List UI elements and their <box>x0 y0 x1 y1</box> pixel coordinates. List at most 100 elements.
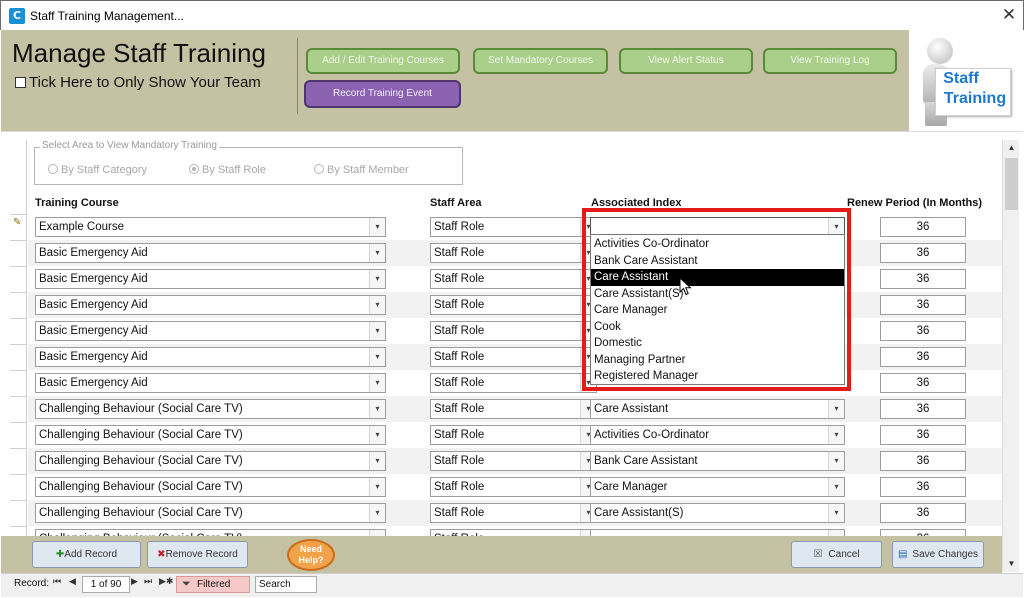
chevron-down-icon[interactable]: ▾ <box>369 270 385 288</box>
chevron-down-icon[interactable]: ▾ <box>828 452 844 470</box>
new-record-icon[interactable]: ▶✱ <box>159 577 173 587</box>
dropdown-option[interactable]: Cook <box>591 319 844 336</box>
chevron-down-icon[interactable]: ▾ <box>369 374 385 392</box>
dropdown-option[interactable]: Domestic <box>591 335 844 352</box>
record-selector[interactable] <box>10 318 27 344</box>
associated-index-combo[interactable]: Care Assistant ▾ <box>590 399 845 419</box>
record-selector-edit-icon[interactable] <box>10 214 27 240</box>
dropdown-option[interactable]: Bank Care Assistant <box>591 253 844 270</box>
record-selector[interactable] <box>10 500 27 526</box>
staff-area-combo[interactable]: Staff Role▾ <box>430 477 597 497</box>
scroll-down-icon[interactable]: ▼ <box>1003 556 1020 572</box>
chevron-down-icon[interactable]: ▾ <box>828 478 844 496</box>
associated-index-combo[interactable]: Activities Co-Ordinator ▾ <box>590 425 845 445</box>
renew-period-field[interactable]: 36 <box>880 243 966 263</box>
chevron-down-icon[interactable]: ▾ <box>369 504 385 522</box>
chevron-down-icon[interactable]: ▾ <box>828 504 844 522</box>
record-selector[interactable] <box>10 474 27 500</box>
previous-record-icon[interactable]: ◀ <box>69 577 76 587</box>
radio-by-staff-member[interactable]: By Staff Member <box>314 164 409 176</box>
radio-by-staff-role[interactable]: By Staff Role <box>189 164 266 176</box>
course-combo[interactable]: Basic Emergency Aid ▾ <box>35 243 386 263</box>
next-record-icon[interactable]: ▶ <box>131 577 138 587</box>
renew-period-field[interactable]: 36 <box>880 295 966 315</box>
record-selector[interactable] <box>10 370 27 396</box>
staff-area-combo[interactable]: Staff Role▾ <box>430 451 597 471</box>
renew-period-field[interactable]: 36 <box>880 321 966 341</box>
renew-period-field[interactable]: 36 <box>880 347 966 367</box>
renew-period-field[interactable]: 36 <box>880 269 966 289</box>
record-selector[interactable] <box>10 448 27 474</box>
chevron-down-icon[interactable]: ▾ <box>369 400 385 418</box>
renew-period-field[interactable]: 36 <box>880 451 966 471</box>
staff-area-combo[interactable]: Staff Role▾ <box>430 295 597 315</box>
staff-area-combo[interactable]: Staff Role▾ <box>430 373 597 393</box>
chevron-down-icon[interactable]: ▾ <box>369 244 385 262</box>
course-combo[interactable]: Challenging Behaviour (Social Care TV) ▾ <box>35 451 386 471</box>
chevron-down-icon[interactable]: ▾ <box>369 426 385 444</box>
vertical-scrollbar[interactable]: ▲ ▼ <box>1002 140 1019 572</box>
chevron-down-icon[interactable]: ▾ <box>369 452 385 470</box>
scroll-up-icon[interactable]: ▲ <box>1003 140 1020 156</box>
staff-area-combo[interactable]: Staff Role▾ <box>430 425 597 445</box>
renew-period-field[interactable]: 36 <box>880 503 966 523</box>
remove-record-button[interactable]: ✖Remove Record <box>147 541 248 568</box>
chevron-down-icon[interactable]: ▾ <box>828 400 844 418</box>
record-selector[interactable] <box>10 396 27 422</box>
cancel-button[interactable]: ☒ Cancel <box>791 541 882 568</box>
staff-area-combo[interactable]: Staff Role▾ <box>430 321 597 341</box>
associated-index-combo[interactable]: Care Assistant(S) ▾ <box>590 503 845 523</box>
chevron-down-icon[interactable]: ▾ <box>369 322 385 340</box>
record-training-event-button[interactable]: Record Training Event <box>304 80 461 108</box>
dropdown-option[interactable]: Care Assistant <box>591 269 844 286</box>
first-record-icon[interactable]: ⏮ <box>53 577 61 587</box>
set-mandatory-courses-button[interactable]: Set Mandatory Courses <box>473 48 608 74</box>
chevron-down-icon[interactable]: ▾ <box>369 348 385 366</box>
renew-period-field[interactable]: 36 <box>880 477 966 497</box>
associated-index-combo[interactable]: Care Manager ▾ <box>590 477 845 497</box>
associated-index-dropdown[interactable]: Activities Co-Ordinator Bank Care Assista… <box>590 234 845 385</box>
chevron-down-icon[interactable]: ▾ <box>369 478 385 496</box>
dropdown-option[interactable]: Care Assistant(S) <box>591 286 844 303</box>
course-combo[interactable]: Basic Emergency Aid ▾ <box>35 295 386 315</box>
add-edit-courses-button[interactable]: Add / Edit Training Courses <box>306 48 460 74</box>
dropdown-option[interactable]: Care Manager <box>591 302 844 319</box>
course-combo[interactable]: Basic Emergency Aid ▾ <box>35 373 386 393</box>
staff-area-combo[interactable]: Staff Role▾ <box>430 217 597 237</box>
course-combo[interactable]: Basic Emergency Aid ▾ <box>35 269 386 289</box>
associated-index-combo[interactable]: Bank Care Assistant ▾ <box>590 451 845 471</box>
record-selector[interactable] <box>10 266 27 292</box>
view-training-log-button[interactable]: View Training Log <box>763 48 897 74</box>
course-combo[interactable]: Example Course ▾ <box>35 217 386 237</box>
record-selector[interactable] <box>10 422 27 448</box>
need-help-button[interactable]: Need Help? <box>287 539 335 571</box>
course-combo[interactable]: Basic Emergency Aid ▾ <box>35 347 386 367</box>
renew-period-field[interactable]: 36 <box>880 425 966 445</box>
chevron-down-icon[interactable]: ▾ <box>369 218 385 236</box>
record-selector[interactable] <box>10 292 27 318</box>
dropdown-option[interactable]: Registered Manager <box>591 368 844 385</box>
course-combo[interactable]: Challenging Behaviour (Social Care TV) ▾ <box>35 503 386 523</box>
filtered-toggle[interactable]: ⏷ Filtered <box>176 576 250 593</box>
course-combo[interactable]: Challenging Behaviour (Social Care TV) ▾ <box>35 399 386 419</box>
dropdown-option[interactable]: Managing Partner <box>591 352 844 369</box>
staff-area-combo[interactable]: Staff Role▾ <box>430 243 597 263</box>
scroll-thumb[interactable] <box>1005 158 1018 210</box>
last-record-icon[interactable]: ⏭ <box>144 577 152 587</box>
renew-period-field[interactable]: 36 <box>880 373 966 393</box>
chevron-down-icon[interactable]: ▾ <box>828 426 844 444</box>
close-icon[interactable]: ✕ <box>999 5 1019 25</box>
course-combo[interactable]: Challenging Behaviour (Social Care TV) ▾ <box>35 477 386 497</box>
radio-by-staff-category[interactable]: By Staff Category <box>48 164 147 176</box>
renew-period-field[interactable]: 36 <box>880 399 966 419</box>
record-position[interactable]: 1 of 90 <box>82 576 130 593</box>
course-combo[interactable]: Basic Emergency Aid ▾ <box>35 321 386 341</box>
dropdown-option[interactable]: Activities Co-Ordinator <box>591 236 844 253</box>
chevron-down-icon[interactable]: ▾ <box>369 296 385 314</box>
staff-area-combo[interactable]: Staff Role▾ <box>430 347 597 367</box>
search-input[interactable]: Search <box>255 576 317 593</box>
team-checkbox[interactable] <box>15 77 26 88</box>
save-changes-button[interactable]: ▤ Save Changes <box>892 541 984 568</box>
course-combo[interactable]: Challenging Behaviour (Social Care TV) ▾ <box>35 425 386 445</box>
add-record-button[interactable]: ✚Add Record <box>32 541 141 568</box>
